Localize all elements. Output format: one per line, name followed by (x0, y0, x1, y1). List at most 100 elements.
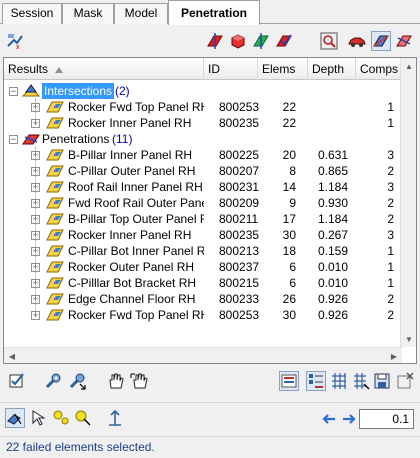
tree-group-label: Intersections (42, 83, 115, 99)
results-view-icon[interactable] (279, 371, 299, 391)
column-elems-label: Elems (262, 62, 296, 76)
tree-group-row[interactable]: − Penetrations (11) (4, 131, 402, 147)
red-plane-icon[interactable] (206, 32, 224, 50)
grid-icon[interactable] (330, 372, 348, 390)
item-id: 800253 (219, 100, 260, 114)
column-id[interactable]: ID (204, 58, 258, 80)
item-elems: 6 (289, 276, 296, 290)
tab-penetration[interactable]: Penetration (168, 0, 260, 25)
save-grid-icon[interactable] (373, 372, 391, 390)
tree-item-row[interactable]: + C-Pillar Bot Inner Panel RH 800213 18 0.15… (4, 243, 402, 259)
item-id: 800235 (219, 116, 260, 130)
red-diag-plane-icon[interactable] (395, 32, 413, 50)
red-cube-icon[interactable] (229, 32, 247, 50)
wrench-icon[interactable] (44, 372, 62, 390)
yellow-point-icon[interactable] (74, 409, 92, 427)
item-comps: 1 (387, 100, 394, 114)
item-depth: 0.930 (317, 196, 348, 210)
tree-item-row[interactable]: + B-Pillar Inner Panel RH 800225 20 0.631 3 (4, 147, 402, 163)
item-name: Rocker Fwd Top Panel RH (68, 308, 204, 322)
item-id: 800213 (219, 244, 260, 258)
scroll-left-icon[interactable]: ◀ (4, 348, 20, 364)
collapse-icon[interactable]: − (9, 87, 18, 96)
item-id: 800211 (219, 212, 259, 226)
column-comps-label: Comps (360, 62, 399, 76)
item-comps: 3 (387, 180, 394, 194)
item-comps: 1 (387, 276, 394, 290)
tree-item-row[interactable]: + Rocker Outer Panel RH 800237 6 0.010 1 (4, 259, 402, 275)
item-elems: 18 (282, 244, 296, 258)
item-name: Fwd Roof Rail Outer Panel RH (68, 196, 204, 210)
item-comps: 1 (387, 116, 394, 130)
node-pick-icon[interactable] (5, 408, 25, 428)
column-results[interactable]: Results (4, 58, 204, 80)
tab-model[interactable]: Model (114, 3, 168, 24)
tree-item-row[interactable]: + Rocker Inner Panel RH 800235 22 1 (4, 115, 402, 131)
column-elems[interactable]: Elems (258, 58, 308, 80)
item-elems: 30 (282, 228, 296, 242)
item-id: 800253 (219, 308, 260, 322)
tree-group-row[interactable]: − Intersections (2) (4, 83, 402, 99)
zoom-fit-icon[interactable] (320, 32, 338, 50)
vertical-scrollbar[interactable]: ▲ ▼ (400, 58, 416, 347)
tree-item-row[interactable]: + Roof Rail Inner Panel RH 800231 14 1.184 3 (4, 179, 402, 195)
top-toolbar: x (0, 25, 420, 57)
arrow-right-icon[interactable] (340, 410, 358, 428)
hand-arrow-icon[interactable] (130, 372, 148, 390)
green-plane-icon[interactable] (252, 32, 270, 50)
tab-mask[interactable]: Mask (62, 3, 114, 24)
item-name: C-Pillar Outer Panel RH (68, 164, 196, 178)
car-icon[interactable] (348, 32, 366, 50)
pointer-icon[interactable] (30, 409, 48, 427)
blue-plane-icon[interactable] (371, 31, 391, 51)
bottom-toolbar: 0.1 (0, 402, 420, 432)
column-comps[interactable]: Comps (356, 58, 402, 80)
item-depth (304, 115, 348, 131)
collapse-icon[interactable]: − (9, 135, 18, 144)
item-depth: 0.865 (317, 164, 348, 178)
item-depth (304, 99, 348, 115)
item-elems: 6 (289, 260, 296, 274)
yellow-dots-icon[interactable] (52, 409, 70, 427)
tree-item-row[interactable]: +Fwd Roof Rail Outer Panel RH80020990.93… (4, 195, 402, 211)
item-depth: 1.184 (317, 212, 348, 226)
list-view-icon[interactable] (306, 371, 326, 391)
tree-item-row[interactable]: + B-Pillar Top Outer Panel RH 800211 17 1.18… (4, 211, 402, 227)
horizontal-scrollbar[interactable]: ◀ ▶ (4, 347, 402, 363)
item-depth: 0.267 (317, 228, 348, 242)
hand-icon[interactable] (106, 372, 124, 390)
tree-item-row[interactable]: + Rocker Fwd Top Panel RH 800253 30 0.926 2 (4, 307, 402, 323)
tree-item-row[interactable]: + Rocker Fwd Top Panel RH 800253 22 1 (4, 99, 402, 115)
item-name: C-Pillar Bot Inner Panel RH (68, 244, 204, 258)
ruler-icon[interactable] (106, 409, 124, 427)
item-name: Rocker Fwd Top Panel RH (68, 100, 204, 114)
tree-item-row[interactable]: + Rocker Inner Panel RH 800235 30 0.267 3 (4, 227, 402, 243)
item-elems: 9 (289, 196, 296, 210)
item-elems: 22 (282, 116, 296, 130)
item-elems: 26 (282, 292, 296, 306)
item-comps: 2 (387, 308, 394, 322)
tree-item-row[interactable]: + C-Pilllar Bot Bracket RH 800215 6 0.010 1 (4, 275, 402, 291)
scroll-down-icon[interactable]: ▼ (401, 331, 417, 347)
tab-session[interactable]: Session (2, 3, 62, 24)
close-grid-icon[interactable] (396, 372, 414, 390)
scroll-up-icon[interactable]: ▲ (401, 58, 417, 74)
results-tree[interactable]: Results ID Elems Depth Comps − Intersecti… (3, 57, 417, 364)
tree-guide-line (35, 99, 36, 123)
item-depth: 0.631 (317, 148, 348, 162)
wrench-arrow-icon[interactable] (68, 372, 86, 390)
check-penetration-icon[interactable]: x (6, 32, 24, 50)
item-comps: 3 (387, 148, 394, 162)
scroll-right-icon[interactable]: ▶ (386, 348, 402, 364)
column-depth[interactable]: Depth (308, 58, 356, 80)
item-comps: 2 (387, 292, 394, 306)
checkbox-icon[interactable] (8, 372, 26, 390)
grid-arrow-icon[interactable] (352, 372, 370, 390)
scale-input[interactable]: 0.1 (359, 409, 414, 429)
item-elems: 14 (282, 180, 296, 194)
item-depth: 0.159 (317, 244, 348, 258)
red-check-plane-icon[interactable] (275, 32, 293, 50)
tree-item-row[interactable]: + C-Pillar Outer Panel RH 800207 8 0.865 2 (4, 163, 402, 179)
arrow-left-icon[interactable] (320, 410, 338, 428)
tree-item-row[interactable]: + Edge Channel Floor RH 800233 26 0.926 2 (4, 291, 402, 307)
